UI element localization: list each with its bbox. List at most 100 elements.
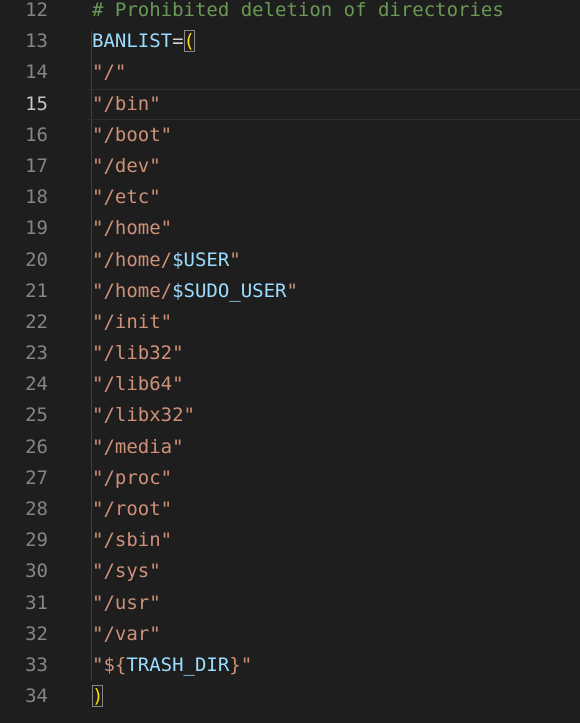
line-number[interactable]: 13 — [0, 26, 48, 57]
token-operator: = — [172, 30, 184, 53]
token-variable: BANLIST — [92, 30, 173, 53]
code-text[interactable]: "/sbin" — [92, 525, 172, 556]
line-number[interactable]: 12 — [0, 0, 48, 26]
token-string: "/sys" — [92, 560, 161, 583]
token-string: "/usr" — [92, 591, 161, 614]
code-line[interactable]: 34) — [0, 681, 580, 712]
line-number[interactable]: 32 — [0, 619, 48, 650]
line-number[interactable]: 14 — [0, 57, 48, 88]
line-number[interactable]: 25 — [0, 400, 48, 431]
code-line[interactable]: 27 "/proc" — [0, 463, 580, 494]
token-string: "/var" — [92, 622, 161, 645]
code-line[interactable]: 22 "/init" — [0, 307, 580, 338]
token-string: "/dev" — [92, 154, 161, 177]
line-number[interactable]: 33 — [0, 650, 48, 681]
line-number[interactable]: 22 — [0, 307, 48, 338]
code-line[interactable]: 18 "/etc" — [0, 182, 580, 213]
line-number[interactable]: 19 — [0, 213, 48, 244]
token-string: " — [229, 248, 241, 271]
token-string: "/root" — [92, 498, 173, 520]
code-text[interactable]: "/home/$SUDO_USER" — [92, 276, 298, 307]
token-string: "/init" — [92, 310, 173, 333]
code-line[interactable]: 25 "/libx32" — [0, 400, 580, 431]
line-number[interactable]: 18 — [0, 182, 48, 213]
code-text[interactable]: "/usr" — [92, 588, 161, 619]
token-string: " — [286, 279, 298, 302]
code-text[interactable]: "/root" — [92, 494, 172, 525]
line-number[interactable]: 31 — [0, 588, 48, 619]
code-line[interactable]: 33 "${TRASH_DIR}" — [0, 650, 580, 681]
code-line[interactable]: 12 # Prohibited deletion of directories — [0, 0, 580, 26]
code-text[interactable]: "/proc" — [92, 463, 172, 494]
code-line[interactable]: 32 "/var" — [0, 619, 580, 650]
code-line[interactable]: 29 "/sbin" — [0, 525, 580, 556]
token-string: "/" — [92, 61, 127, 84]
code-line[interactable]: 31 "/usr" — [0, 588, 580, 619]
line-number[interactable]: 21 — [0, 276, 48, 307]
code-text[interactable]: "/etc" — [92, 182, 161, 213]
token-variable: $USER — [172, 248, 230, 271]
code-line[interactable]: 15 "/bin" — [0, 88, 580, 120]
line-number[interactable]: 20 — [0, 245, 48, 276]
line-number[interactable]: 29 — [0, 525, 48, 556]
token-variable: TRASH_DIR — [126, 653, 230, 676]
code-text[interactable]: "/bin" — [92, 89, 161, 120]
code-text[interactable]: "${TRASH_DIR}" — [92, 650, 252, 681]
code-line[interactable]: 24 "/lib64" — [0, 369, 580, 400]
code-line[interactable]: 30 "/sys" — [0, 556, 580, 587]
code-text[interactable]: "/dev" — [92, 151, 161, 182]
code-line[interactable]: 26 "/media" — [0, 432, 580, 463]
current-line-highlight — [88, 88, 580, 120]
token-string: "/home/ — [92, 279, 173, 302]
token-string: "/bin" — [92, 92, 161, 115]
token-string: "/boot" — [92, 123, 173, 146]
code-text[interactable]: ) — [92, 681, 104, 712]
code-text[interactable]: "/boot" — [92, 120, 172, 151]
line-number[interactable]: 27 — [0, 463, 48, 494]
code-text[interactable]: "/sys" — [92, 556, 161, 587]
token-string: "${ — [92, 653, 127, 676]
code-line[interactable]: 21 "/home/$SUDO_USER" — [0, 276, 580, 307]
token-variable: $SUDO_USER — [172, 279, 287, 302]
code-line[interactable]: 16 "/boot" — [0, 120, 580, 151]
code-text[interactable]: "/home/$USER" — [92, 245, 241, 276]
line-number[interactable]: 15 — [0, 89, 48, 120]
code-text[interactable]: "/var" — [92, 619, 161, 650]
code-line[interactable]: 20 "/home/$USER" — [0, 245, 580, 276]
code-line[interactable]: 28 "/root" — [0, 494, 580, 525]
line-number[interactable]: 16 — [0, 120, 48, 151]
token-string: "/media" — [92, 435, 184, 458]
code-line[interactable]: 19 "/home" — [0, 213, 580, 244]
code-text[interactable]: "/lib64" — [92, 369, 184, 400]
code-editor[interactable]: 12 # Prohibited deletion of directories 13… — [0, 0, 580, 712]
code-text[interactable]: "/" — [92, 57, 126, 88]
token-string: "/lib64" — [92, 373, 184, 396]
code-line[interactable]: 23 "/lib32" — [0, 338, 580, 369]
token-paren: ) — [92, 685, 104, 708]
token-string: "/lib32" — [92, 342, 184, 365]
token-comment: # Prohibited deletion of directories — [92, 0, 504, 21]
token-string: "/etc" — [92, 186, 161, 209]
line-number[interactable]: 30 — [0, 556, 48, 587]
code-text[interactable]: "/libx32" — [92, 400, 195, 431]
line-number[interactable]: 34 — [0, 681, 48, 712]
code-text[interactable]: # Prohibited deletion of directories — [92, 0, 504, 26]
line-number[interactable]: 17 — [0, 151, 48, 182]
token-string: "/home" — [92, 217, 173, 240]
line-number[interactable]: 28 — [0, 494, 48, 525]
token-string: "/libx32" — [92, 404, 195, 427]
code-line[interactable]: 13 BANLIST=( — [0, 26, 580, 57]
token-string: "/sbin" — [92, 529, 173, 552]
code-line[interactable]: 17 "/dev" — [0, 151, 580, 182]
line-number[interactable]: 24 — [0, 369, 48, 400]
token-string: }" — [229, 653, 253, 676]
code-text[interactable]: "/lib32" — [92, 338, 184, 369]
line-number[interactable]: 26 — [0, 432, 48, 463]
code-text[interactable]: "/home" — [92, 213, 172, 244]
code-line[interactable]: 14 "/" — [0, 57, 580, 88]
code-text[interactable]: "/init" — [92, 307, 172, 338]
code-text[interactable]: BANLIST=( — [92, 26, 195, 57]
line-number[interactable]: 23 — [0, 338, 48, 369]
code-text[interactable]: "/media" — [92, 432, 184, 463]
token-string: "/proc" — [92, 466, 173, 489]
